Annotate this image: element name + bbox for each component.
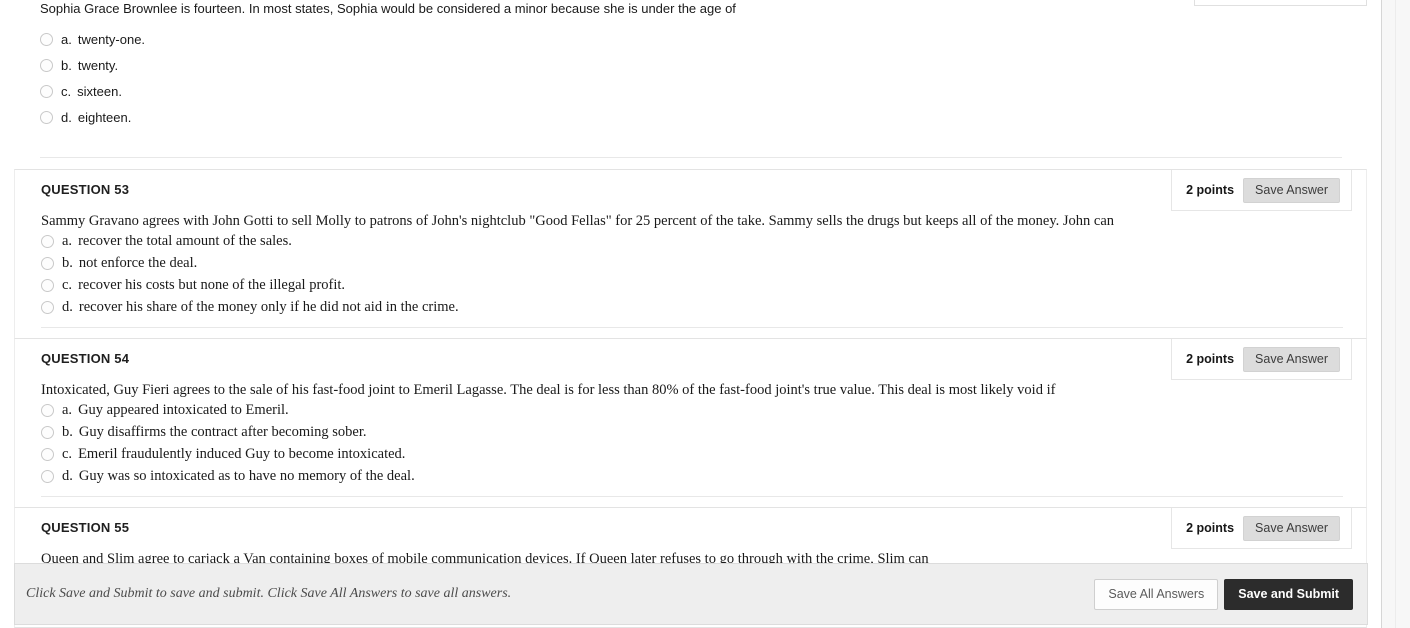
- radio-icon[interactable]: [40, 110, 53, 124]
- choice-letter: b.: [62, 254, 73, 271]
- page-right-gutter: [1382, 0, 1410, 628]
- submit-action-bar: Click Save and Submit to save and submit…: [14, 563, 1368, 625]
- choice-text: eighteen.: [77, 109, 132, 125]
- choice-text: Guy appeared intoxicated to Emeril.: [78, 401, 289, 418]
- radio-icon[interactable]: [41, 447, 54, 461]
- choice-text: recover his costs but none of the illega…: [78, 276, 346, 293]
- choice-letter: a.: [61, 31, 72, 47]
- choice-option[interactable]: c. sixteen.: [40, 78, 145, 104]
- choice-text: twenty.: [77, 57, 119, 73]
- choice-option[interactable]: a. twenty-one.: [40, 26, 145, 52]
- points-panel: 2 points Save Answer: [1171, 170, 1352, 211]
- question-title: QUESTION 55: [41, 520, 130, 535]
- question-title: QUESTION 54: [41, 351, 130, 366]
- choice-option[interactable]: c. recover his costs but none of the ill…: [41, 274, 459, 296]
- question-stem: Sammy Gravano agrees with John Gotti to …: [41, 213, 1115, 229]
- save-all-answers-button[interactable]: Save All Answers: [1094, 578, 1219, 610]
- question-stem: Sophia Grace Brownlee is fourteen. In mo…: [40, 1, 736, 16]
- choice-text: recover his share of the money only if h…: [78, 298, 459, 315]
- divider: [41, 327, 1343, 328]
- radio-icon[interactable]: [40, 84, 53, 98]
- divider: [40, 157, 1342, 158]
- choice-letter: a.: [62, 232, 73, 249]
- window-scroll-track[interactable]: [1395, 0, 1396, 628]
- choice-letter: c.: [61, 83, 72, 99]
- save-answer-button[interactable]: Save Answer: [1243, 346, 1340, 372]
- choice-option[interactable]: d. recover his share of the money only i…: [41, 296, 459, 318]
- choice-text: twenty-one.: [77, 31, 146, 47]
- choice-option[interactable]: b. not enforce the deal.: [41, 252, 459, 274]
- choice-option[interactable]: b. twenty.: [40, 52, 145, 78]
- choice-text: not enforce the deal.: [78, 254, 198, 271]
- choice-option[interactable]: d. eighteen.: [40, 104, 145, 130]
- radio-icon[interactable]: [41, 300, 54, 314]
- question-block-54: QUESTION 54 2 points Save Answer Intoxic…: [14, 338, 1367, 507]
- save-answer-button[interactable]: Save Answer: [1243, 515, 1340, 541]
- save-answer-button[interactable]: Save Answer: [1243, 177, 1340, 203]
- radio-icon[interactable]: [41, 469, 54, 483]
- choice-letter: d.: [62, 467, 73, 484]
- points-label: 2 points: [1186, 183, 1235, 197]
- points-panel: 2 points Save Answer: [1171, 339, 1352, 380]
- choice-letter: d.: [62, 298, 73, 315]
- radio-icon[interactable]: [41, 234, 54, 248]
- radio-icon[interactable]: [40, 58, 53, 72]
- choice-list: a. twenty-one. b. twenty. c. sixteen. d.…: [40, 26, 145, 130]
- divider: [41, 496, 1343, 497]
- choice-letter: c.: [62, 445, 73, 462]
- choice-letter: a.: [62, 401, 73, 418]
- radio-icon[interactable]: [41, 278, 54, 292]
- choice-letter: b.: [62, 423, 73, 440]
- choice-option[interactable]: a. recover the total amount of the sales…: [41, 230, 459, 252]
- choice-text: Emeril fraudulently induced Guy to becom…: [78, 445, 406, 462]
- page-right-border: [1381, 0, 1382, 628]
- choice-letter: c.: [62, 276, 73, 293]
- save-and-submit-button[interactable]: Save and Submit: [1224, 578, 1353, 610]
- points-label: 2 points: [1186, 352, 1235, 366]
- question-title: QUESTION 53: [41, 182, 130, 197]
- choice-text: Guy disaffirms the contract after becomi…: [78, 423, 367, 440]
- points-label: 2 points: [1186, 521, 1235, 535]
- choice-option[interactable]: c. Emeril fraudulently induced Guy to be…: [41, 443, 415, 465]
- radio-icon[interactable]: [41, 403, 54, 417]
- choice-option[interactable]: a. Guy appeared intoxicated to Emeril.: [41, 399, 415, 421]
- choice-option[interactable]: b. Guy disaffirms the contract after bec…: [41, 421, 415, 443]
- radio-icon[interactable]: [40, 32, 53, 46]
- choice-text: sixteen.: [77, 83, 122, 99]
- choice-letter: d.: [61, 109, 72, 125]
- question-stem: Intoxicated, Guy Fieri agrees to the sal…: [41, 382, 1056, 398]
- choice-letter: b.: [61, 57, 72, 73]
- points-panel: 2 points Save Answer: [1171, 508, 1352, 549]
- choice-text: recover the total amount of the sales.: [78, 232, 292, 249]
- radio-icon[interactable]: [41, 256, 54, 270]
- choice-list: a. Guy appeared intoxicated to Emeril. b…: [41, 399, 415, 487]
- submit-hint-text: Click Save and Submit to save and submit…: [26, 586, 512, 601]
- radio-icon[interactable]: [41, 425, 54, 439]
- question-block-53: QUESTION 53 2 points Save Answer Sammy G…: [14, 169, 1367, 338]
- choice-option[interactable]: d. Guy was so intoxicated as to have no …: [41, 465, 415, 487]
- choice-text: Guy was so intoxicated as to have no mem…: [78, 467, 415, 484]
- points-panel-cutoff: [1194, 0, 1367, 6]
- assessment-content-area[interactable]: Sophia Grace Brownlee is fourteen. In mo…: [0, 0, 1381, 628]
- choice-list: a. recover the total amount of the sales…: [41, 230, 459, 318]
